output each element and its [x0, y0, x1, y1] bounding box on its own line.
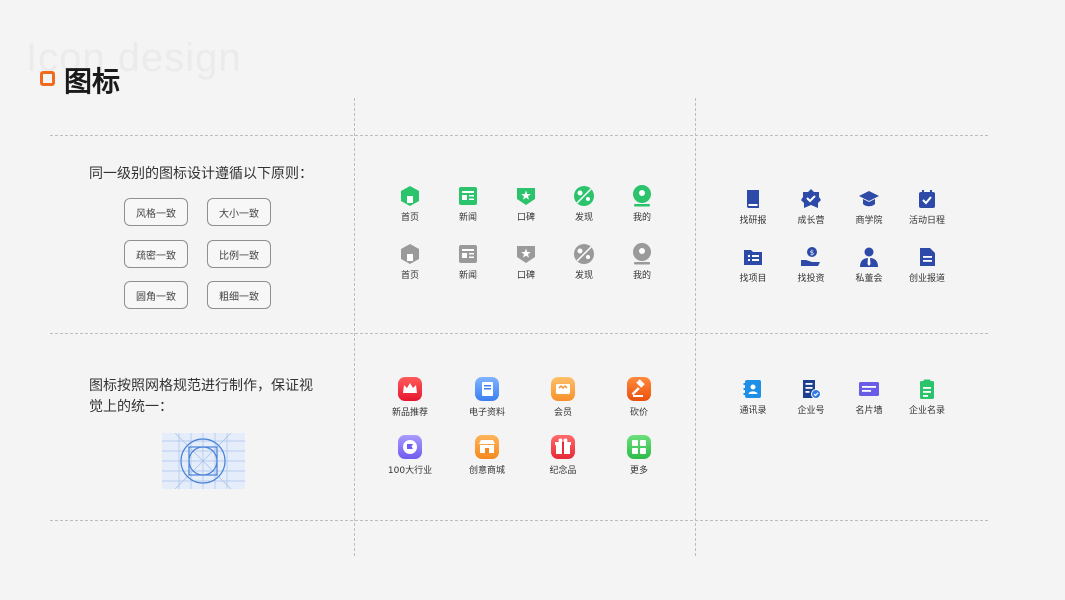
news-icon-green: 新闻 — [438, 185, 498, 223]
private-board-icon: 私董会 — [839, 246, 899, 284]
pill-ratio: 比例一致 — [207, 240, 271, 268]
souvenir-icon: 纪念品 — [533, 434, 593, 476]
discover-icon-green: 发现 — [554, 185, 614, 223]
enterprise-directory-icon: 企业名录 — [897, 378, 957, 416]
svg-text:$: $ — [810, 249, 814, 257]
member-icon: 会员 — [533, 376, 593, 418]
industry-icon: 100大行业 — [380, 434, 440, 476]
growth-camp-icon: 成长营 — [781, 188, 841, 226]
profile-icon-gray: 我的 — [612, 243, 672, 281]
bargain-icon: 砍价 — [609, 376, 669, 418]
icon-grid-illustration — [162, 432, 245, 490]
business-school-icon: 商学院 — [839, 188, 899, 226]
reputation-icon-green: 口碑 — [496, 185, 556, 223]
divider-v2 — [695, 98, 696, 556]
divider-h3 — [50, 520, 988, 521]
home-icon-gray: 首页 — [380, 243, 440, 281]
page-title: 图标 — [64, 65, 121, 98]
project-icon: 找项目 — [723, 246, 783, 284]
watermark-text: Icon design — [26, 36, 242, 80]
title-marker-icon — [40, 71, 55, 86]
business-card-icon: 名片墙 — [839, 378, 899, 416]
divider-v1 — [354, 98, 355, 556]
discover-icon-gray: 发现 — [554, 243, 614, 281]
pill-corner: 圆角一致 — [124, 281, 188, 309]
grid-text-line2: 觉上的统一： — [89, 399, 173, 415]
profile-icon-green: 我的 — [612, 185, 672, 223]
more-icon: 更多 — [609, 434, 669, 476]
home-icon-green: 首页 — [380, 185, 440, 223]
pill-weight: 粗细一致 — [207, 281, 271, 309]
contacts-icon: 通讯录 — [723, 378, 783, 416]
pill-size: 大小一致 — [207, 198, 271, 226]
divider-h2 — [50, 333, 988, 334]
enterprise-account-icon: 企业号 — [781, 378, 841, 416]
news-icon-gray: 新闻 — [438, 243, 498, 281]
creative-store-icon: 创意商城 — [457, 434, 517, 476]
reputation-icon-gray: 口碑 — [496, 243, 556, 281]
ebook-icon: 电子资料 — [457, 376, 517, 418]
pill-style: 风格一致 — [124, 198, 188, 226]
principles-text: 同一级别的图标设计遵循以下原则： — [89, 166, 313, 182]
investment-icon: $ 找投资 — [797, 247, 825, 284]
grid-text-line1: 图标按照网格规范进行制作，保证视 — [89, 378, 313, 394]
event-calendar-icon: 活动日程 — [897, 188, 957, 226]
divider-h1 — [50, 135, 988, 136]
new-recommend-icon: 新品推荐 — [380, 376, 440, 418]
research-report-icon: 找研报 — [723, 188, 783, 226]
startup-report-icon: 创业报道 — [897, 246, 957, 284]
pill-density: 疏密一致 — [124, 240, 188, 268]
